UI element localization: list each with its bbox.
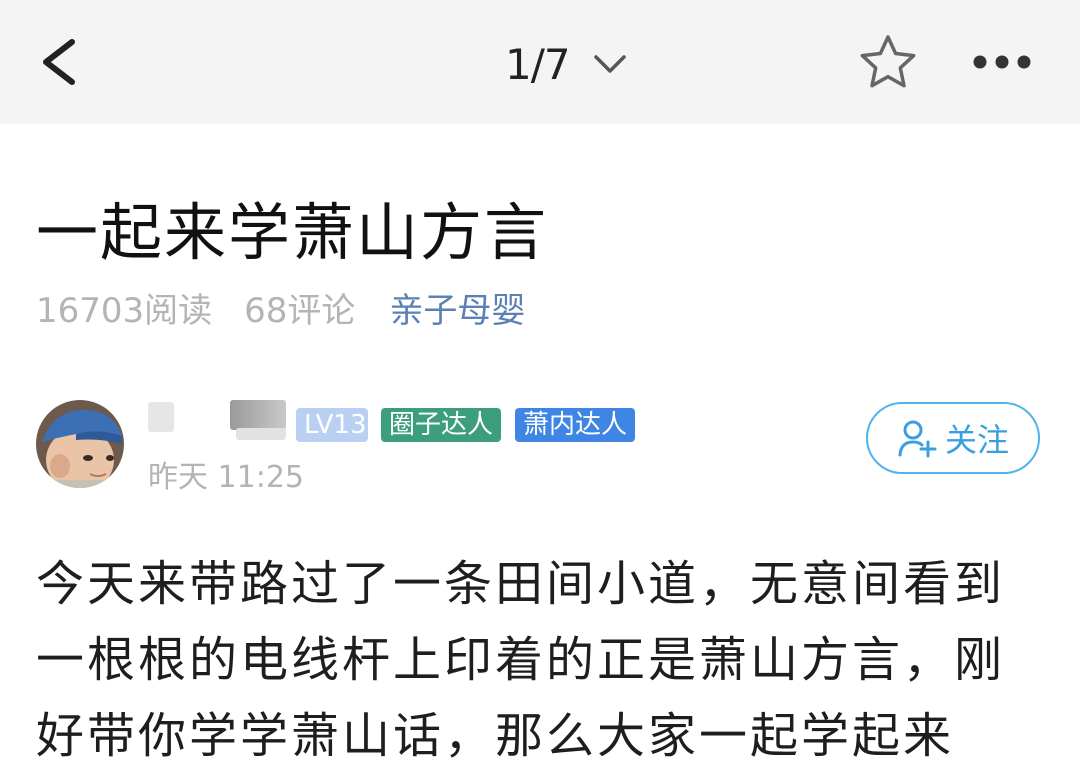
add-user-icon: [898, 420, 937, 458]
top-bar: 1/7: [0, 0, 1080, 124]
chevron-down-icon: [593, 55, 626, 73]
more-dots-icon: [973, 55, 1031, 69]
favorite-button[interactable]: [856, 32, 920, 94]
level-badge: LV13: [296, 408, 368, 442]
follow-button[interactable]: 关注: [866, 402, 1040, 474]
circle-expert-badge: 圈子达人: [381, 408, 502, 442]
article-body: 今天来带路过了一条田间小道，无意间看到一根根的电线杆上印着的正是萧山方言，刚好带…: [36, 556, 1006, 764]
star-outline-icon: [860, 35, 916, 88]
read-count: 16703阅读: [36, 290, 213, 331]
category-link[interactable]: 亲子母婴: [389, 283, 525, 332]
chevron-left-icon: [43, 39, 75, 85]
page-indicator-dropdown[interactable]: 1/7: [505, 36, 628, 92]
post-time: 昨天 11:25: [148, 460, 304, 495]
author-name-redacted[interactable]: [148, 400, 288, 446]
article-title: 一起来学萧山方言: [36, 196, 549, 269]
more-options-button[interactable]: [966, 44, 1038, 80]
page-indicator-text: 1/7: [505, 39, 571, 89]
avatar-image: [36, 400, 124, 488]
back-button[interactable]: [30, 30, 90, 94]
xiaonei-expert-badge: 萧内达人: [515, 408, 636, 442]
comment-count[interactable]: 68评论: [244, 283, 355, 332]
article-meta: 16703阅读 68评论 亲子母婴: [36, 282, 525, 332]
follow-label: 关注: [944, 421, 1009, 459]
author-avatar[interactable]: [36, 400, 124, 488]
